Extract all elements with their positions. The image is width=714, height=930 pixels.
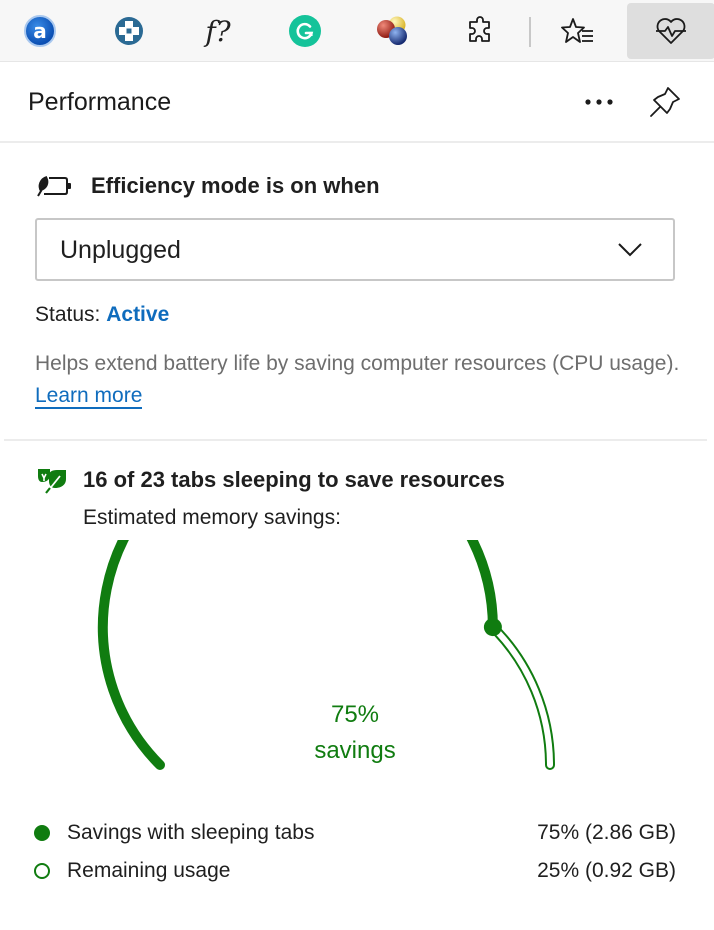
star-list-icon	[561, 18, 593, 43]
legend-label: Savings with sleeping tabs	[67, 821, 315, 844]
chevron-down-icon	[618, 243, 642, 257]
grammarly-icon	[289, 15, 321, 47]
browser-toolbar: a f?	[0, 0, 714, 62]
learn-more-link[interactable]: Learn more	[35, 384, 143, 409]
legend-value: 75% (2.86 GB)	[537, 821, 676, 844]
status-label: Status:	[35, 303, 101, 326]
puzzle-icon	[469, 16, 490, 42]
formula-extension-button[interactable]: f?	[190, 3, 246, 59]
memory-savings-gauge: 75% savings	[97, 540, 555, 770]
pin-button[interactable]	[643, 80, 687, 124]
more-icon	[585, 99, 613, 105]
efficiency-mode-select[interactable]: Unplugged	[35, 218, 675, 281]
gauge-savings-arc	[97, 540, 498, 770]
gauge-savings-label: savings	[314, 737, 395, 764]
filled-dot-icon	[34, 825, 50, 841]
efficiency-mode-heading: Efficiency mode is on when	[36, 170, 380, 202]
extensions-button[interactable]	[453, 3, 509, 59]
status-line: Status: Active	[35, 303, 169, 327]
efficiency-mode-label: Efficiency mode is on when	[91, 173, 380, 198]
section-divider	[4, 439, 707, 441]
efficiency-description: Helps extend battery life by saving comp…	[35, 348, 685, 412]
gauge-knob	[483, 618, 502, 637]
sleeping-tabs-label: 16 of 23 tabs sleeping to save resources	[83, 467, 505, 492]
panel-header: Performance	[0, 62, 714, 143]
hollow-dot-icon	[34, 863, 50, 879]
formula-icon: f?	[205, 14, 231, 48]
gauge-percent-label: 75%	[331, 701, 379, 728]
sleeping-tabs-heading: 16 of 23 tabs sleeping to save resources	[36, 464, 505, 496]
toolbar-separator	[529, 17, 531, 47]
leaf-icon	[38, 469, 66, 494]
color-balls-extension-button[interactable]	[365, 3, 421, 59]
estimated-savings-label: Estimated memory savings:	[83, 506, 341, 529]
panel-title: Performance	[28, 88, 172, 116]
legend-item-savings: Savings with sleeping tabs 75% (2.86 GB)	[34, 817, 676, 849]
medical-cross-icon	[115, 17, 143, 45]
pin-icon	[650, 87, 680, 117]
battery-leaf-icon	[37, 176, 71, 197]
status-badge: Active	[106, 303, 170, 326]
select-value: Unplugged	[60, 236, 181, 264]
medical-extension-button[interactable]	[101, 3, 157, 59]
grammarly-extension-button[interactable]	[277, 3, 333, 59]
color-balls-icon	[377, 16, 407, 45]
avast-icon: a	[24, 15, 56, 47]
legend-label: Remaining usage	[67, 859, 231, 882]
gauge-remaining-arc	[487, 622, 555, 770]
avast-extension-button[interactable]: a	[12, 3, 68, 59]
performance-button[interactable]	[627, 3, 714, 59]
description-text: Helps extend battery life by saving comp…	[35, 352, 680, 375]
favorites-button[interactable]	[550, 3, 606, 59]
legend-item-remaining: Remaining usage 25% (0.92 GB)	[34, 855, 676, 887]
more-options-button[interactable]	[577, 82, 621, 122]
legend-value: 25% (0.92 GB)	[537, 859, 676, 882]
heart-pulse-icon	[656, 18, 686, 44]
